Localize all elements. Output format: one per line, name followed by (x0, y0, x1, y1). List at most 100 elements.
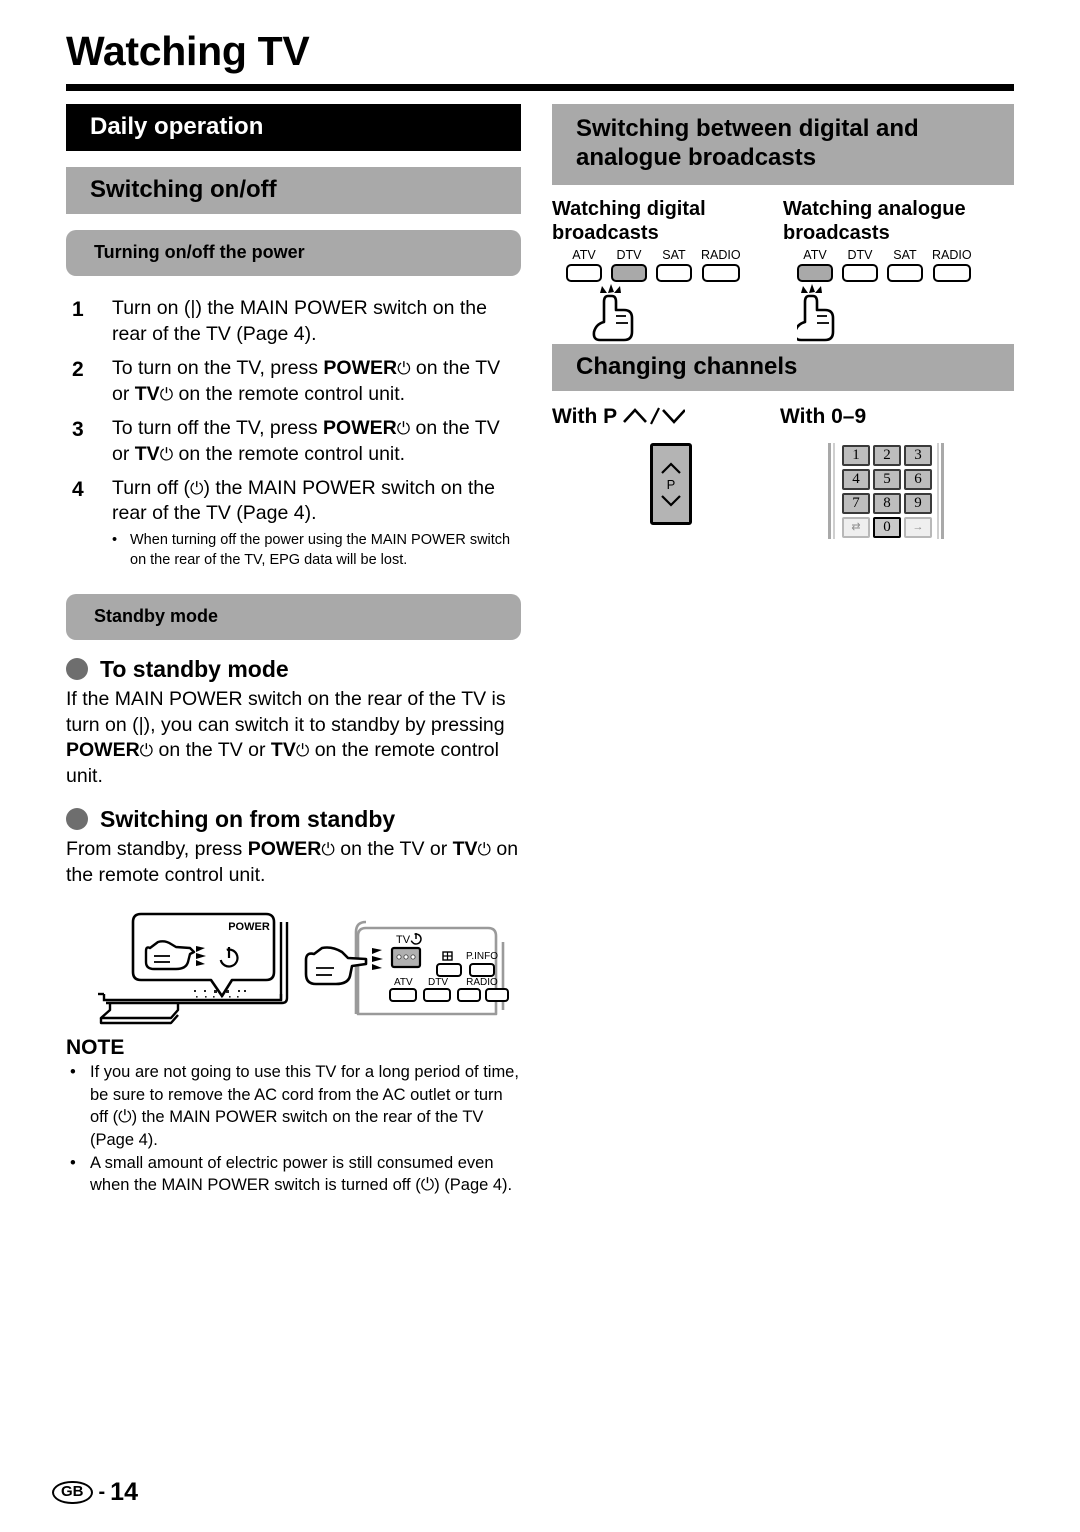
key-radio[interactable]: RADIO (932, 249, 972, 283)
chevron-up-icon (661, 461, 681, 474)
bullet-dot: • (112, 532, 118, 549)
page-number: 14 (110, 1478, 138, 1506)
remote-radio-label: RADIO (466, 977, 498, 988)
heading-to-standby-mode: To standby mode (66, 656, 521, 683)
step-sub-bullet: • When turning off the power using the M… (112, 531, 521, 570)
num-key-0[interactable]: 0 (873, 517, 901, 539)
key-sat-label: SAT (662, 247, 686, 262)
num-key-4[interactable]: 4 (842, 469, 870, 491)
key-atv-label: ATV (803, 247, 827, 262)
heading-with-p: With P (552, 405, 780, 429)
remote-tv-label: TV (396, 934, 411, 946)
footer-dash: - (98, 1481, 106, 1503)
key-radio-label: RADIO (701, 247, 741, 262)
subbanner-turning-on-off-power: Turning on/off the power (66, 230, 521, 276)
step-text: Turn off (⏻) the MAIN POWER switch on th… (112, 476, 521, 570)
step-text: Turn on (|) the MAIN POWER switch on the… (112, 297, 487, 345)
bullet-dot: • (70, 1063, 76, 1082)
watching-digital-title: Watching digital broadcasts (552, 197, 706, 244)
heading-with-0-9-text: With 0–9 (780, 405, 867, 429)
num-key-9[interactable]: 9 (904, 493, 932, 515)
key-atv-cap[interactable] (566, 264, 602, 283)
step-number: 1 (72, 298, 84, 321)
bullet-circle-icon (66, 658, 88, 681)
key-dtv-label: DTV (616, 247, 642, 262)
page-footer: GB - 14 (52, 1478, 138, 1507)
key-radio-cap[interactable] (932, 264, 971, 283)
swap-channel-icon[interactable]: ⇄ (842, 517, 870, 539)
step-text: To turn off the TV, press POWER⏻ on the … (112, 416, 500, 465)
note-item-text: If you are not going to use this TV for … (90, 1063, 519, 1149)
num-key-6[interactable]: 6 (904, 469, 932, 491)
note-title: NOTE (66, 1036, 125, 1060)
analogue-key-row: ATV DTV SAT RADIO (783, 249, 1014, 283)
keypad-rail-left-inner (833, 443, 835, 540)
title-rule (66, 84, 1014, 91)
tv-remote-illustration-svg: POWER TV P.INFO ATV DTV RADIO (98, 913, 509, 1025)
step-item: 1 Turn on (|) the MAIN POWER switch on t… (66, 296, 521, 348)
step-number: 3 (72, 417, 84, 441)
key-dtv-label: DTV (847, 247, 873, 262)
keypad-grid: 1 2 3 4 5 6 7 8 9 ⇄ 0 → (842, 445, 932, 539)
banner-changing-channels: Changing channels (552, 344, 1014, 392)
enter-icon[interactable]: → (904, 517, 932, 539)
heading-text: Switching on from standby (100, 805, 396, 832)
channel-change-figures: P 1 2 3 4 5 6 7 8 9 ⇄ 0 → (552, 441, 1014, 561)
chevron-down-icon (661, 494, 681, 507)
key-dtv-cap[interactable] (842, 264, 878, 283)
banner-switching-digital-analogue: Switching between digital and analogue b… (552, 104, 1014, 185)
analogue-finger-illustration (783, 282, 1014, 344)
region-badge: GB (52, 1480, 93, 1505)
paragraph-to-standby-mode: If the MAIN POWER switch on the rear of … (66, 687, 506, 788)
key-radio[interactable]: RADIO (701, 249, 741, 283)
tv-power-callout-label: POWER (228, 921, 270, 933)
note-item: • If you are not going to use this TV fo… (66, 1061, 521, 1151)
left-column: Daily operation Switching on/off Turning… (66, 104, 521, 1197)
heading-switching-on-from-standby: Switching on from standby (66, 806, 521, 833)
remote-pinfo-label: P.INFO (466, 951, 498, 962)
pointing-finger-icon (793, 284, 835, 342)
step-item: 3 To turn off the TV, press POWER⏻ on th… (66, 416, 521, 468)
subbanner-standby-mode: Standby mode (66, 593, 521, 640)
remote-dtv-label: DTV (428, 977, 448, 988)
key-atv[interactable]: ATV (566, 249, 602, 283)
heading-text: To standby mode (100, 655, 289, 682)
num-key-2[interactable]: 2 (873, 445, 901, 467)
banner-daily-operation: Daily operation (66, 104, 521, 151)
watching-modes-row: Watching digital broadcasts ATV DTV SAT (552, 197, 1014, 345)
p-up-down-arrows-icon (623, 407, 686, 425)
note-item: • A small amount of electric power is st… (66, 1152, 521, 1197)
num-key-8[interactable]: 8 (873, 493, 901, 515)
key-sat-cap[interactable] (656, 264, 692, 283)
key-sat[interactable]: SAT (887, 249, 923, 283)
watching-analogue-block: Watching analogue broadcasts ATV DTV SAT (783, 197, 1014, 345)
step-item: 2 To turn on the TV, press POWER⏻ on the… (66, 356, 521, 408)
key-dtv-cap[interactable] (611, 264, 647, 283)
numbered-steps-list: 1 Turn on (|) the MAIN POWER switch on t… (66, 296, 521, 570)
note-item-text: A small amount of electric power is stil… (90, 1154, 513, 1195)
key-radio-cap[interactable] (701, 264, 740, 283)
step-item: 4 Turn off (⏻) the MAIN POWER switch on … (66, 476, 521, 570)
key-atv-cap[interactable] (797, 264, 833, 283)
p-channel-rocker-key[interactable]: P (650, 443, 692, 526)
digital-key-row: ATV DTV SAT RADIO (552, 249, 783, 283)
page-title: Watching TV (66, 28, 310, 74)
key-radio-label: RADIO (932, 247, 972, 262)
key-dtv[interactable]: DTV (842, 249, 878, 283)
num-key-1[interactable]: 1 (842, 445, 870, 467)
key-sat-label: SAT (893, 247, 917, 262)
key-sat-cap[interactable] (887, 264, 923, 283)
step-number: 2 (72, 357, 84, 381)
bullet-dot: • (70, 1154, 76, 1173)
keypad-rail-right-inner (937, 443, 939, 540)
key-sat[interactable]: SAT (656, 249, 692, 283)
key-dtv[interactable]: DTV (611, 249, 647, 283)
num-key-5[interactable]: 5 (873, 469, 901, 491)
watching-digital-block: Watching digital broadcasts ATV DTV SAT (552, 197, 783, 345)
num-key-7[interactable]: 7 (842, 493, 870, 515)
num-key-3[interactable]: 3 (904, 445, 932, 467)
step-number: 4 (72, 477, 84, 501)
illustration-tv-and-remote: POWER TV P.INFO ATV DTV RADIO (66, 902, 521, 1030)
key-atv[interactable]: ATV (797, 249, 833, 283)
watching-analogue-title: Watching analogue broadcasts (783, 197, 966, 244)
